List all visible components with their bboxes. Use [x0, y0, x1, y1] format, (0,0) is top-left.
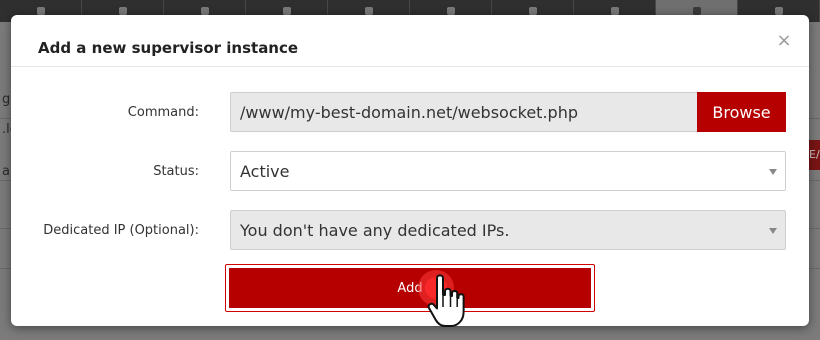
add-button[interactable]: Add	[229, 268, 591, 308]
command-label: Command:	[127, 104, 199, 120]
modal-title: Add a new supervisor instance	[38, 39, 299, 57]
status-label: Status:	[153, 163, 199, 179]
supervisor-modal: Add a new supervisor instance × Command:…	[11, 15, 809, 326]
dedicated-ip-label: Dedicated IP (Optional):	[43, 222, 199, 238]
close-icon[interactable]: ×	[776, 32, 792, 50]
command-row: Command: /www/my-best-domain.net/websock…	[11, 92, 809, 132]
command-input[interactable]: /www/my-best-domain.net/websocket.php	[230, 92, 698, 132]
status-row: Status: Active	[11, 151, 809, 191]
status-select[interactable]: Active	[230, 151, 786, 191]
modal-header: Add a new supervisor instance ×	[11, 15, 809, 67]
background-text: a	[2, 164, 10, 179]
caret-down-icon	[769, 169, 777, 175]
add-button-focus-ring: Add	[225, 264, 595, 312]
dedicated-ip-selected-value: You don't have any dedicated IPs.	[240, 220, 510, 240]
background-button-label: E/	[809, 148, 820, 161]
browse-button[interactable]: Browse	[697, 92, 786, 132]
dedicated-ip-select[interactable]: You don't have any dedicated IPs.	[230, 210, 786, 250]
dedicated-ip-row: Dedicated IP (Optional): You don't have …	[11, 210, 809, 250]
command-value: /www/my-best-domain.net/websocket.php	[240, 102, 578, 122]
caret-down-icon	[769, 228, 777, 234]
status-selected-value: Active	[240, 161, 290, 181]
